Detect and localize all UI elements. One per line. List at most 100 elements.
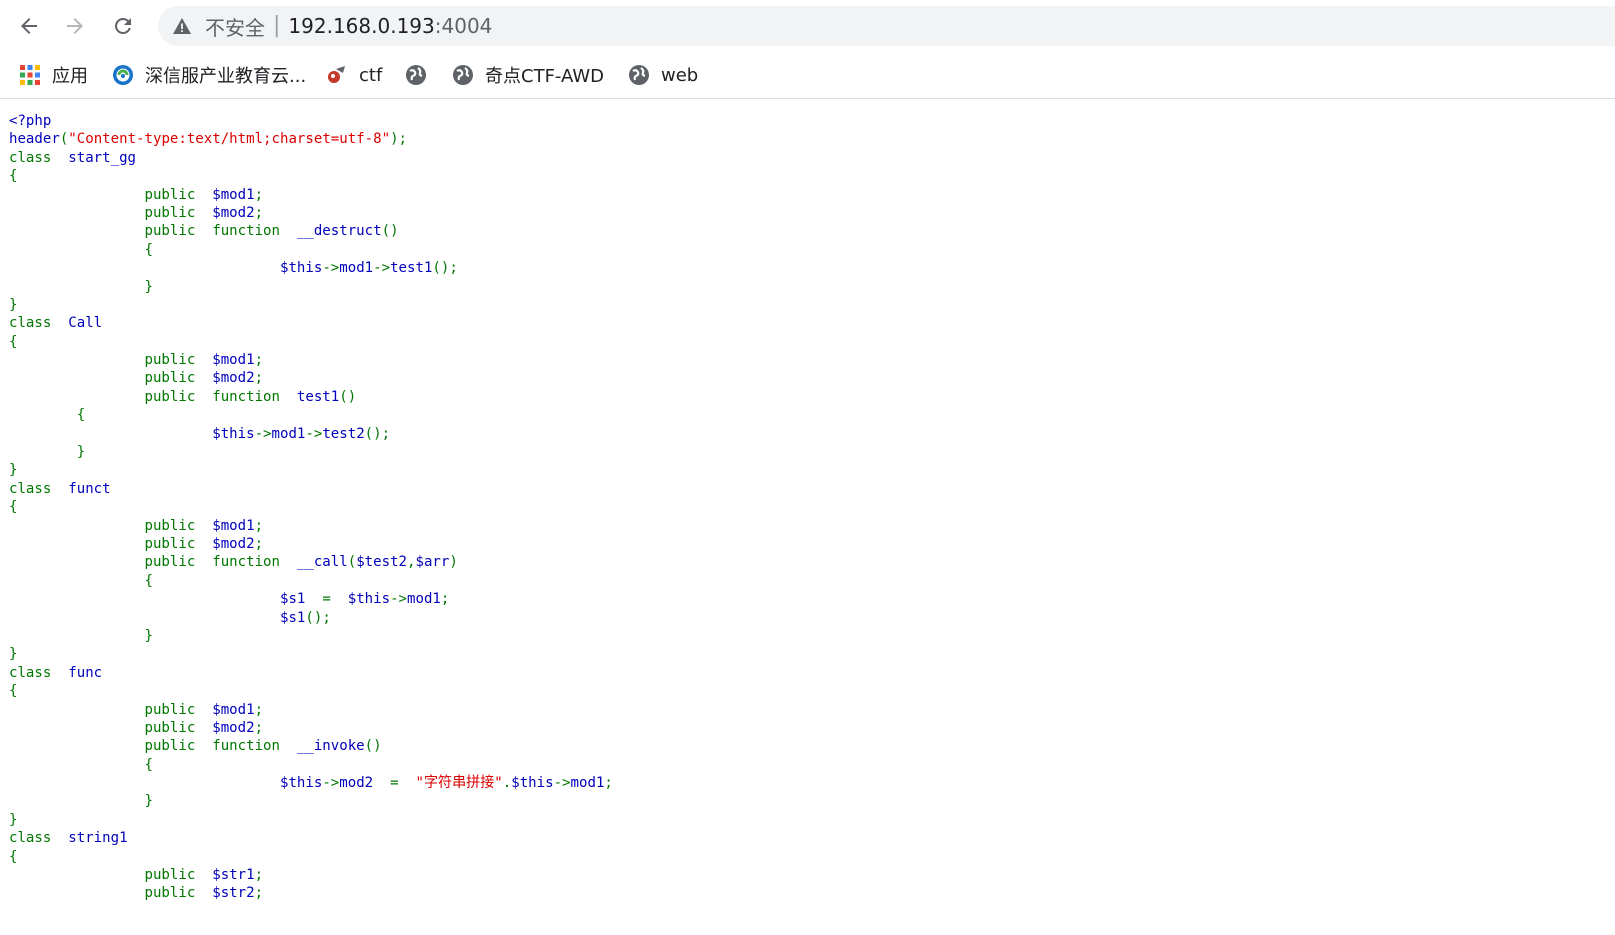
bookmark-sangfor[interactable]: 深信服产业教育云... [111,58,306,92]
code-token: } [9,444,86,461]
code-token: -> [305,425,323,442]
code-token: start_gg [68,149,137,166]
code-token: test1 [296,388,340,405]
forward-button[interactable] [56,8,94,44]
code-token: = [390,775,416,792]
bookmark-globe[interactable] [404,58,428,92]
code-token: funct [68,480,111,497]
code-token: class [9,480,69,497]
code-line: public $mod1; [9,186,1567,204]
code-token: test1 [390,260,433,277]
code-token: public [9,517,213,534]
code-token: ; [254,517,264,534]
code-line: } [9,461,1567,479]
code-token: mod1 [339,260,374,277]
code-token: $mod1 [212,352,255,369]
code-line: class funct [9,480,1567,498]
code-line: public function __call($test2,$arr) [9,553,1567,571]
code-line: } [9,443,1567,461]
code-token: () [381,223,399,240]
code-line: { [9,756,1567,774]
code-token: $this [279,260,323,277]
code-line: { [9,682,1567,700]
bookmark-label: web [661,64,699,86]
bookmark-awd[interactable]: 奇点CTF-AWD [451,58,604,92]
code-line: $s1(); [9,609,1567,627]
code-line: } [9,792,1567,810]
code-token: $mod2 [212,719,255,736]
code-token: -> [322,260,340,277]
code-token: $mod1 [212,186,255,203]
url-port[interactable]: :4004 [435,14,493,38]
code-token: $test2 [356,554,408,571]
address-bar[interactable]: 不安全 | 192.168.0.193:4004 [158,6,1615,46]
bookmark-apps[interactable]: 应用 [18,58,88,92]
bookmark-label: 深信服产业教育云... [145,66,307,87]
code-token: public [9,186,213,203]
code-token: } [9,296,18,313]
code-line: public function __destruct() [9,222,1567,240]
reload-button[interactable] [104,8,142,44]
url-host[interactable]: 192.168.0.193 [288,14,434,38]
php-source-code: <?php header("Content-type:text/html;char… [9,112,1615,903]
code-token: "Content-type:text/html;charset=utf-8" [68,131,391,148]
code-token: () [339,388,357,405]
code-token: } [9,462,18,479]
code-token: $mod1 [212,701,255,718]
code-line: $this->mod2 = "字符串拼接".$this->mod1; [9,774,1567,792]
code-token: } [9,278,153,295]
code-token: $this [212,425,255,442]
code-token: public [9,535,213,552]
code-line: $this->mod1->test1(); [9,259,1567,277]
code-line: { [9,333,1567,351]
code-token: $arr [415,554,450,571]
code-token: ; [254,186,264,203]
code-token: (); [432,260,458,277]
code-token: public function [9,388,297,405]
warning-icon[interactable] [172,16,192,36]
code-token: , [407,554,416,571]
security-status[interactable]: 不安全 [205,12,265,41]
code-token: } [9,627,153,644]
code-token: public [9,204,213,221]
code-token: ; [254,204,264,221]
code-token: (); [305,609,331,626]
code-token: public [9,370,213,387]
code-token: -> [373,260,391,277]
sangfor-logo-icon [111,63,135,87]
code-line: } [9,645,1567,663]
code-token: ; [254,701,264,718]
code-token: string1 [68,830,128,847]
code-line: public $mod2; [9,719,1567,737]
code-token: public function [9,554,297,571]
code-line: $s1 = $this->mod1; [9,590,1567,608]
code-token: . [502,775,512,792]
bookmark-ctf[interactable]: ctf [325,58,382,92]
code-token: public [9,352,213,369]
code-token: ; [254,867,264,884]
code-token: $mod2 [212,535,255,552]
code-token: __call [296,554,348,571]
code-token: mod1 [407,591,441,608]
back-button[interactable] [10,8,48,44]
bookmark-web[interactable]: web [627,58,698,92]
code-line: { [9,572,1567,590]
code-token: ; [440,591,450,608]
code-line: } [9,296,1567,314]
code-line: <?php [9,112,1567,130]
code-token: { [9,407,86,424]
code-line: public $mod1; [9,517,1567,535]
code-token: mod1 [271,425,306,442]
code-token: { [9,683,18,700]
bookmark-label: ctf [359,64,383,86]
browser-toolbar: 不安全 | 192.168.0.193:4004 [0,0,1615,52]
code-token: $this [511,775,554,792]
code-token: ( [59,131,69,148]
code-line: public $mod2; [9,535,1567,553]
code-line: public $mod2; [9,204,1567,222]
code-token: { [9,333,18,350]
code-token: -> [390,591,408,608]
code-line: } [9,278,1567,296]
